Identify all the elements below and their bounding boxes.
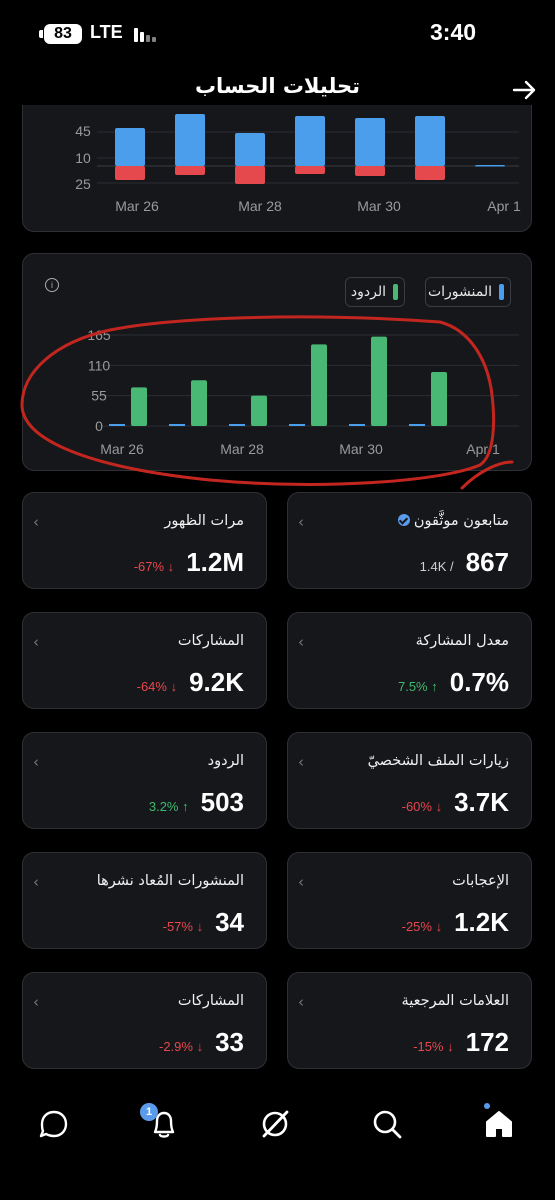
- metric-value: 34: [215, 907, 244, 937]
- metric-title: متابعون موثَّقون: [413, 513, 509, 529]
- metric-title: مرات الظهور: [164, 513, 244, 529]
- metric-change: -67% ↓: [133, 559, 175, 574]
- metric-value: 172: [465, 1027, 509, 1057]
- red-circle-annotation: [20, 315, 514, 490]
- home-unread-dot: [484, 1103, 490, 1109]
- chevron-left-icon: ‹: [298, 993, 304, 1011]
- metric-card[interactable]: المنشورات المُعاد نشرها ‹ 34 -57% ↓: [22, 852, 267, 949]
- metric-card[interactable]: مرات الظهور ‹ 1.2M -67% ↓: [22, 492, 267, 589]
- metric-value: 9.2K: [189, 667, 244, 697]
- metric-value: 1.2M: [186, 547, 244, 577]
- chevron-left-icon: ‹: [33, 753, 39, 771]
- search-icon[interactable]: [369, 1106, 405, 1142]
- grok-icon[interactable]: [257, 1106, 293, 1142]
- metric-title: زيارات الملف الشخصيّ: [367, 753, 509, 769]
- metric-change: -25% ↓: [401, 919, 443, 934]
- metric-change: -15% ↓: [413, 1039, 454, 1054]
- chevron-left-icon: ‹: [33, 873, 39, 891]
- metric-title: العلامات المرجعية: [401, 993, 509, 1009]
- metric-change: 3.2% ↑: [148, 799, 189, 814]
- metric-change: -60% ↓: [401, 799, 443, 814]
- metric-card[interactable]: الردود ‹ 503 3.2% ↑: [22, 732, 267, 829]
- metric-change: -57% ↓: [162, 919, 204, 934]
- metric-value: 1.2K: [454, 907, 509, 937]
- metric-title: الإعجابات: [452, 873, 509, 889]
- chevron-left-icon: ‹: [298, 753, 304, 771]
- metric-value: 867: [465, 547, 509, 577]
- chevron-left-icon: ‹: [298, 513, 304, 531]
- metric-card[interactable]: المشاركات ‹ 9.2K -64% ↓: [22, 612, 267, 709]
- chevron-left-icon: ‹: [33, 513, 39, 531]
- metric-card[interactable]: متابعون موثَّقون ‹ 867 1.4K /: [287, 492, 532, 589]
- metric-card[interactable]: الإعجابات ‹ 1.2K -25% ↓: [287, 852, 532, 949]
- metric-title: المنشورات المُعاد نشرها: [96, 873, 244, 889]
- metric-value: 33: [215, 1027, 244, 1057]
- metric-change: -2.9% ↓: [159, 1039, 204, 1054]
- metric-card[interactable]: معدل المشاركة ‹ 0.7% 7.5% ↑: [287, 612, 532, 709]
- metric-card[interactable]: زيارات الملف الشخصيّ ‹ 3.7K -60% ↓: [287, 732, 532, 829]
- metric-value: 503: [200, 787, 244, 817]
- metric-change: -64% ↓: [136, 679, 178, 694]
- metric-value: 3.7K: [454, 787, 509, 817]
- notification-badge: 1: [140, 1103, 158, 1121]
- metric-title: المشاركات: [177, 633, 244, 649]
- chevron-left-icon: ‹: [298, 873, 304, 891]
- verified-check-icon: [397, 514, 410, 526]
- metric-change: 7.5% ↑: [397, 679, 438, 694]
- metric-title-row: متابعون موثَّقون: [397, 513, 509, 529]
- metric-change: 1.4K /: [419, 559, 454, 574]
- messages-icon[interactable]: [36, 1106, 72, 1142]
- chevron-left-icon: ‹: [298, 633, 304, 651]
- metric-title: المشاركات: [177, 993, 244, 1009]
- metric-value: 0.7%: [449, 667, 509, 697]
- chevron-left-icon: ‹: [33, 993, 39, 1011]
- metric-card[interactable]: العلامات المرجعية ‹ 172 -15% ↓: [287, 972, 532, 1069]
- home-icon[interactable]: [481, 1106, 517, 1142]
- metric-card[interactable]: المشاركات ‹ 33 -2.9% ↓: [22, 972, 267, 1069]
- metric-title: الردود: [207, 753, 244, 769]
- chevron-left-icon: ‹: [33, 633, 39, 651]
- metric-title: معدل المشاركة: [415, 633, 509, 649]
